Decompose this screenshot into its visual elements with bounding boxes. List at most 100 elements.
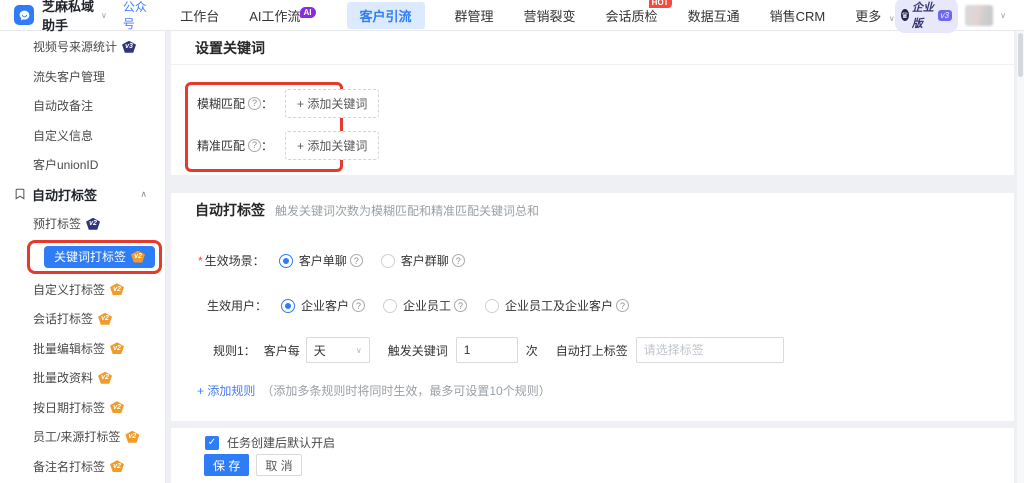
nav-item-label: AI工作流 <box>249 9 300 24</box>
sidebar-active-row: 关键词打标签 v2 <box>0 239 165 275</box>
radio-enterprise-staff[interactable] <box>383 299 397 313</box>
nav-item-workbench[interactable]: 工作台 <box>180 6 219 25</box>
radio-label[interactable]: 客户群聊 <box>401 252 449 269</box>
nav-item-chat-inspection[interactable]: 会话质检HOT <box>606 6 658 25</box>
nav-item-more[interactable]: 更多 ∨ <box>855 6 895 25</box>
sidebar-item-label: 会话打标签 <box>33 310 93 327</box>
help-icon[interactable]: ? <box>616 299 629 312</box>
add-rule-link[interactable]: + 添加规则 <box>197 382 255 399</box>
nav-item-label: 会话质检 <box>606 9 658 24</box>
sidebar-item-video-source-stats[interactable]: 视频号来源统计 v3 <box>0 32 165 62</box>
radio-customer-single-chat[interactable] <box>279 254 293 268</box>
nav-item-data-sync[interactable]: 数据互通 <box>688 6 740 25</box>
user-menu-chevron-icon[interactable]: ∨ <box>1000 11 1006 20</box>
radio-label[interactable]: 客户单聊 <box>299 252 347 269</box>
nav-item-label: 更多 <box>855 9 881 24</box>
sidebar-item-custom-info[interactable]: 自定义信息 <box>0 121 165 151</box>
gem-badge-icon: v2 <box>110 460 124 472</box>
product-switch-chevron-icon[interactable]: ∨ <box>101 11 107 20</box>
top-nav: 工作台 AI工作流AI 客户引流 群管理 营销裂变 会话质检HOT 数据互通 销… <box>180 2 895 29</box>
collapse-chevron-icon[interactable]: ∧ <box>140 189 147 200</box>
sidebar-item-churned-customers[interactable]: 流失客户管理 <box>0 62 165 92</box>
help-icon[interactable]: ? <box>352 299 365 312</box>
sidebar-item-tag-by-remark-name[interactable]: 备注名打标签v2 <box>0 452 165 482</box>
sidebar-item-pre-tagging[interactable]: 预打标签v2 <box>0 209 165 239</box>
gem-badge-icon: v3 <box>122 41 136 53</box>
radio-label[interactable]: 企业客户 <box>301 297 349 314</box>
gem-badge-icon: v2 <box>86 218 100 230</box>
hot-badge: HOT <box>649 0 672 8</box>
more-chevron-icon: ∨ <box>889 14 895 23</box>
nav-item-sales-crm[interactable]: 销售CRM <box>770 6 826 25</box>
sidebar-item-customer-unionid[interactable]: 客户unionID <box>0 150 165 180</box>
sidebar-item-batch-edit-profile[interactable]: 批量改资料v2 <box>0 363 165 393</box>
tag-select-input[interactable] <box>636 337 784 363</box>
help-icon[interactable]: ? <box>248 97 261 110</box>
ai-badge: AI <box>300 7 316 18</box>
app-logo-icon[interactable] <box>14 5 34 25</box>
exact-match-label: 精准匹配 <box>197 137 245 154</box>
sidebar-item-auto-remark[interactable]: 自动改备注 <box>0 91 165 121</box>
help-icon[interactable]: ? <box>454 299 467 312</box>
plan-name: 企业版 <box>912 0 935 31</box>
scrollbar-track[interactable] <box>1017 31 1024 483</box>
rule-row: 规则1： 客户每 天 ∨ 触发关键词 次 自动打上标签 <box>213 337 784 363</box>
app: 芝麻私域助手 ∨ 公众号 工作台 AI工作流AI 客户引流 群管理 营销裂变 会… <box>0 0 1024 483</box>
radio-customer-group-chat[interactable] <box>381 254 395 268</box>
add-keyword-fuzzy-button[interactable]: + 添加关键词 <box>285 89 379 118</box>
enterprise-icon: ♛ <box>901 9 909 21</box>
gem-badge-icon: v2 <box>110 283 124 295</box>
period-select[interactable]: 天 ∨ <box>306 337 370 363</box>
autotag-card-subtitle: 触发关键词次数为模糊匹配和精准匹配关键词总和 <box>275 202 539 219</box>
sidebar-item-tag-by-staff-source[interactable]: 员工/来源打标签v2 <box>0 422 165 452</box>
radio-label[interactable]: 企业员工 <box>403 297 451 314</box>
sidebar-item-label: 批量改资料 <box>33 369 93 386</box>
sidebar-item-tag-by-date[interactable]: 按日期打标签 v2 <box>0 393 165 423</box>
help-icon[interactable]: ? <box>350 254 363 267</box>
default-enable-label[interactable]: 任务创建后默认开启 <box>227 434 335 451</box>
fuzzy-match-row: 模糊匹配 ? ： + 添加关键词 <box>197 90 379 116</box>
header-right: ♛ 企业版 v3 ∨ <box>895 0 1014 33</box>
gem-badge-icon: v2 <box>110 401 124 413</box>
trigger-count-input[interactable] <box>456 337 518 363</box>
help-icon[interactable]: ? <box>452 254 465 267</box>
sidebar-item-label: 按日期打标签 <box>33 399 105 416</box>
trigger-keyword-label: 触发关键词 <box>388 342 448 359</box>
autotag-card-header: 自动打标签 触发关键词次数为模糊匹配和精准匹配关键词总和 <box>171 193 1014 227</box>
fuzzy-match-label: 模糊匹配 <box>197 95 245 112</box>
effective-scene-label: 生效场景： <box>205 252 265 269</box>
rule-label: 规则1： <box>213 342 256 359</box>
sidebar-item-batch-edit-tags[interactable]: 批量编辑标签v2 <box>0 334 165 364</box>
account-type-link[interactable]: 公众号 <box>123 0 148 32</box>
plan-badge[interactable]: ♛ 企业版 v3 <box>895 0 958 33</box>
nav-item-customer-acquisition[interactable]: 客户引流 <box>347 2 425 29</box>
scrollbar-thumb[interactable] <box>1018 33 1023 77</box>
default-enable-checkbox[interactable]: ✓ <box>205 436 219 450</box>
sidebar-item-label: 批量编辑标签 <box>33 340 105 357</box>
effective-scene-row: * 生效场景： 客户单聊 ? 客户群聊 ? <box>198 252 465 269</box>
radio-enterprise-customer[interactable] <box>281 299 295 313</box>
plan-version-badge: v3 <box>938 10 952 21</box>
radio-staff-and-customer[interactable] <box>485 299 499 313</box>
add-rule-note: （添加多条规则时将同时生效，最多可设置10个规则） <box>261 382 550 399</box>
sidebar-item-chat-tagging[interactable]: 会话打标签 v2 <box>0 304 165 334</box>
add-rule-row: + 添加规则 （添加多条规则时将同时生效，最多可设置10个规则） <box>197 382 551 399</box>
save-button[interactable]: 保 存 <box>204 454 249 476</box>
autotag-card-title: 自动打标签 <box>195 200 265 220</box>
nav-item-marketing-fission[interactable]: 营销裂变 <box>524 6 576 25</box>
nav-item-group-management[interactable]: 群管理 <box>455 6 494 25</box>
radio-label[interactable]: 企业员工及企业客户 <box>505 297 613 314</box>
count-unit-label: 次 <box>526 342 538 359</box>
add-keyword-exact-button[interactable]: + 添加关键词 <box>285 131 379 160</box>
sidebar-section-auto-tagging[interactable]: 自动打标签 ∧ <box>0 180 165 210</box>
nav-item-ai-workflow[interactable]: AI工作流AI <box>249 6 316 25</box>
help-icon[interactable]: ? <box>248 139 261 152</box>
main-content: 设置关键词 模糊匹配 ? ： + 添加关键词 精准匹配 ? ： + 添加关键词 … <box>167 31 1024 483</box>
sidebar-item-keyword-tagging[interactable]: 关键词打标签 v2 <box>44 246 155 268</box>
autotag-card: 自动打标签 触发关键词次数为模糊匹配和精准匹配关键词总和 * 生效场景： 客户单… <box>171 193 1014 421</box>
sidebar-item-custom-tagging[interactable]: 自定义打标签v2 <box>0 275 165 305</box>
user-avatar[interactable] <box>965 5 993 26</box>
cancel-button[interactable]: 取 消 <box>256 454 301 476</box>
sidebar-item-label: 视频号来源统计 <box>33 38 117 55</box>
gem-badge-icon: v2 <box>98 313 112 325</box>
